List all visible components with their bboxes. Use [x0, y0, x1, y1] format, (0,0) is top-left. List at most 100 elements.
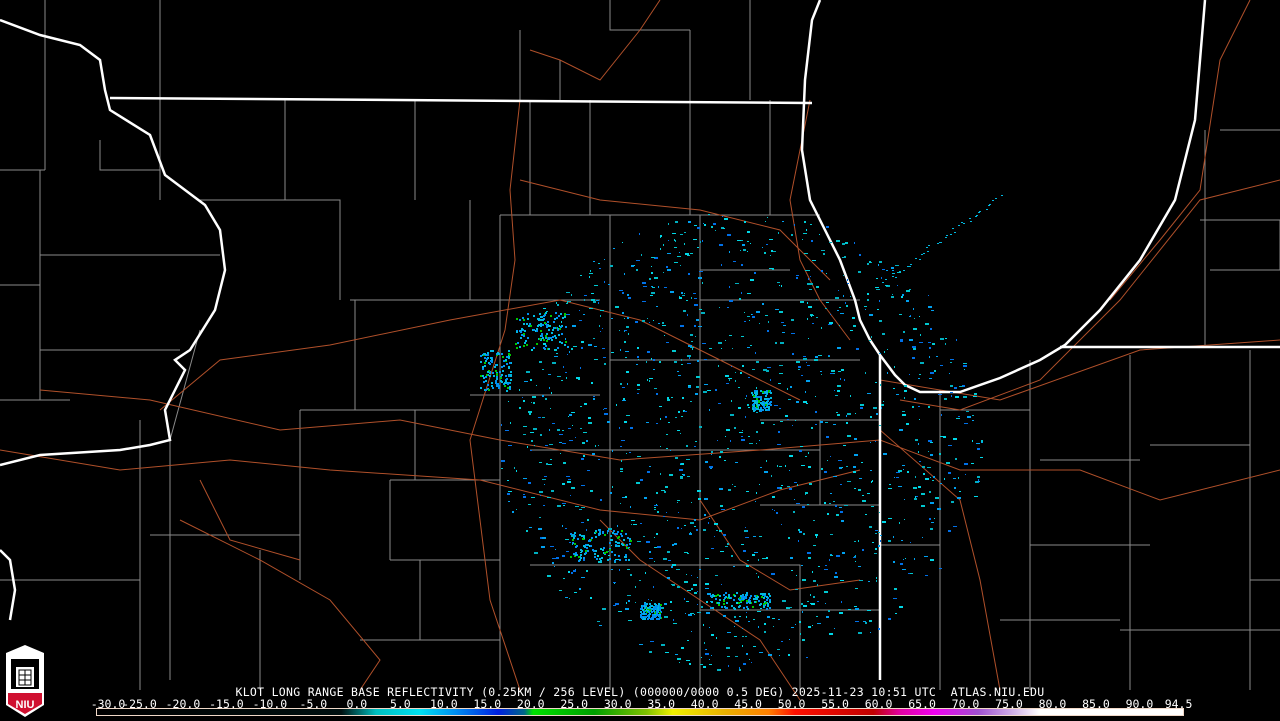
- echo-pixel: [627, 317, 629, 319]
- echo-pixel: [712, 607, 714, 609]
- echo-pixel: [696, 386, 699, 388]
- echo-pixel: [805, 270, 808, 271]
- echo-pixel: [810, 603, 812, 604]
- echo-pixel: [770, 397, 772, 399]
- echo-pixel: [708, 214, 710, 215]
- echo-pixel: [739, 599, 741, 601]
- echo-pixel: [790, 386, 792, 388]
- echo-pixel: [749, 659, 750, 660]
- echo-pixel: [533, 347, 535, 349]
- echo-pixel: [606, 551, 608, 553]
- echo-pixel: [963, 223, 965, 224]
- echo-pixel: [899, 429, 903, 431]
- echo-pixel: [957, 497, 961, 499]
- echo-pixel: [951, 501, 954, 503]
- echo-pixel: [742, 365, 744, 367]
- echo-pixel: [565, 372, 567, 373]
- echo-pixel: [837, 347, 841, 349]
- echo-pixel: [754, 272, 756, 274]
- echo-pixel: [939, 568, 942, 569]
- echo-pixel: [622, 544, 624, 546]
- echo-pixel: [799, 450, 802, 452]
- echo-pixel: [938, 394, 942, 395]
- echo-pixel: [558, 334, 560, 336]
- echo-pixel: [929, 518, 931, 520]
- echo-pixel: [808, 306, 812, 308]
- echo-pixel: [544, 476, 547, 477]
- echo-pixel: [807, 601, 809, 602]
- echo-pixel: [726, 602, 728, 604]
- echo-pixel: [760, 593, 762, 595]
- echo-pixel: [540, 495, 541, 496]
- echo-pixel: [576, 377, 580, 379]
- echo-pixel: [701, 606, 703, 608]
- echo-pixel: [727, 656, 730, 657]
- echo-pixel: [554, 566, 555, 567]
- echo-pixel: [615, 544, 617, 545]
- echo-pixel: [636, 269, 638, 271]
- echo-pixel: [768, 390, 770, 392]
- echo-pixel: [796, 401, 799, 403]
- echo-pixel: [746, 491, 749, 492]
- echo-pixel: [719, 488, 723, 490]
- echo-pixel: [873, 407, 877, 409]
- echo-pixel: [552, 336, 554, 338]
- echo-pixel: [508, 357, 510, 359]
- echo-pixel: [986, 209, 988, 210]
- echo-pixel: [704, 384, 708, 385]
- echo-pixel: [734, 595, 736, 597]
- echo-pixel: [649, 613, 651, 615]
- echo-pixel: [738, 602, 740, 604]
- echo-pixel: [567, 346, 569, 348]
- echo-pixel: [751, 662, 752, 663]
- echo-pixel: [689, 533, 692, 535]
- echo-pixel: [918, 443, 919, 445]
- echo-pixel: [737, 240, 741, 241]
- echo-pixel: [750, 243, 751, 244]
- echo-pixel: [826, 226, 829, 228]
- echo-pixel: [913, 328, 917, 330]
- echo-pixel: [756, 431, 758, 433]
- echo-pixel: [482, 368, 484, 370]
- echo-pixel: [625, 357, 627, 358]
- echo-pixel: [587, 519, 589, 521]
- echo-pixel: [575, 569, 576, 570]
- echo-pixel: [830, 534, 833, 535]
- echo-pixel: [776, 512, 778, 514]
- echo-pixel: [809, 483, 812, 485]
- echo-pixel: [821, 270, 823, 272]
- echo-pixel: [600, 315, 601, 317]
- echo-pixel: [796, 361, 800, 363]
- echo-pixel: [490, 350, 492, 352]
- echo-pixel: [816, 317, 818, 318]
- echo-pixel: [536, 328, 538, 330]
- echo-pixel: [530, 450, 532, 451]
- echo-pixel: [967, 416, 971, 418]
- echo-pixel: [881, 407, 882, 409]
- echo-pixel: [913, 308, 914, 310]
- echo-pixel: [958, 225, 960, 226]
- echo-pixel: [747, 560, 749, 561]
- echo-pixel: [508, 350, 510, 352]
- echo-pixel: [748, 436, 750, 437]
- echo-pixel: [526, 371, 530, 373]
- echo-pixel: [850, 395, 851, 397]
- echo-pixel: [728, 596, 730, 598]
- echo-pixel: [566, 377, 567, 379]
- echo-pixel: [643, 286, 647, 287]
- echo-pixel: [543, 343, 546, 345]
- echo-pixel: [818, 566, 820, 567]
- echo-pixel: [950, 362, 952, 363]
- echo-pixel: [807, 302, 808, 304]
- echo-pixel: [954, 487, 956, 489]
- echo-pixel: [723, 228, 725, 229]
- echo-pixel: [830, 493, 832, 494]
- echo-pixel: [502, 370, 504, 372]
- echo-pixel: [713, 223, 716, 225]
- echo-pixel: [746, 616, 747, 618]
- echo-pixel: [875, 533, 877, 534]
- niu-logo: NIU: [3, 645, 47, 717]
- echo-pixel: [756, 311, 760, 313]
- echo-pixel: [625, 608, 629, 610]
- echo-pixel: [510, 422, 511, 424]
